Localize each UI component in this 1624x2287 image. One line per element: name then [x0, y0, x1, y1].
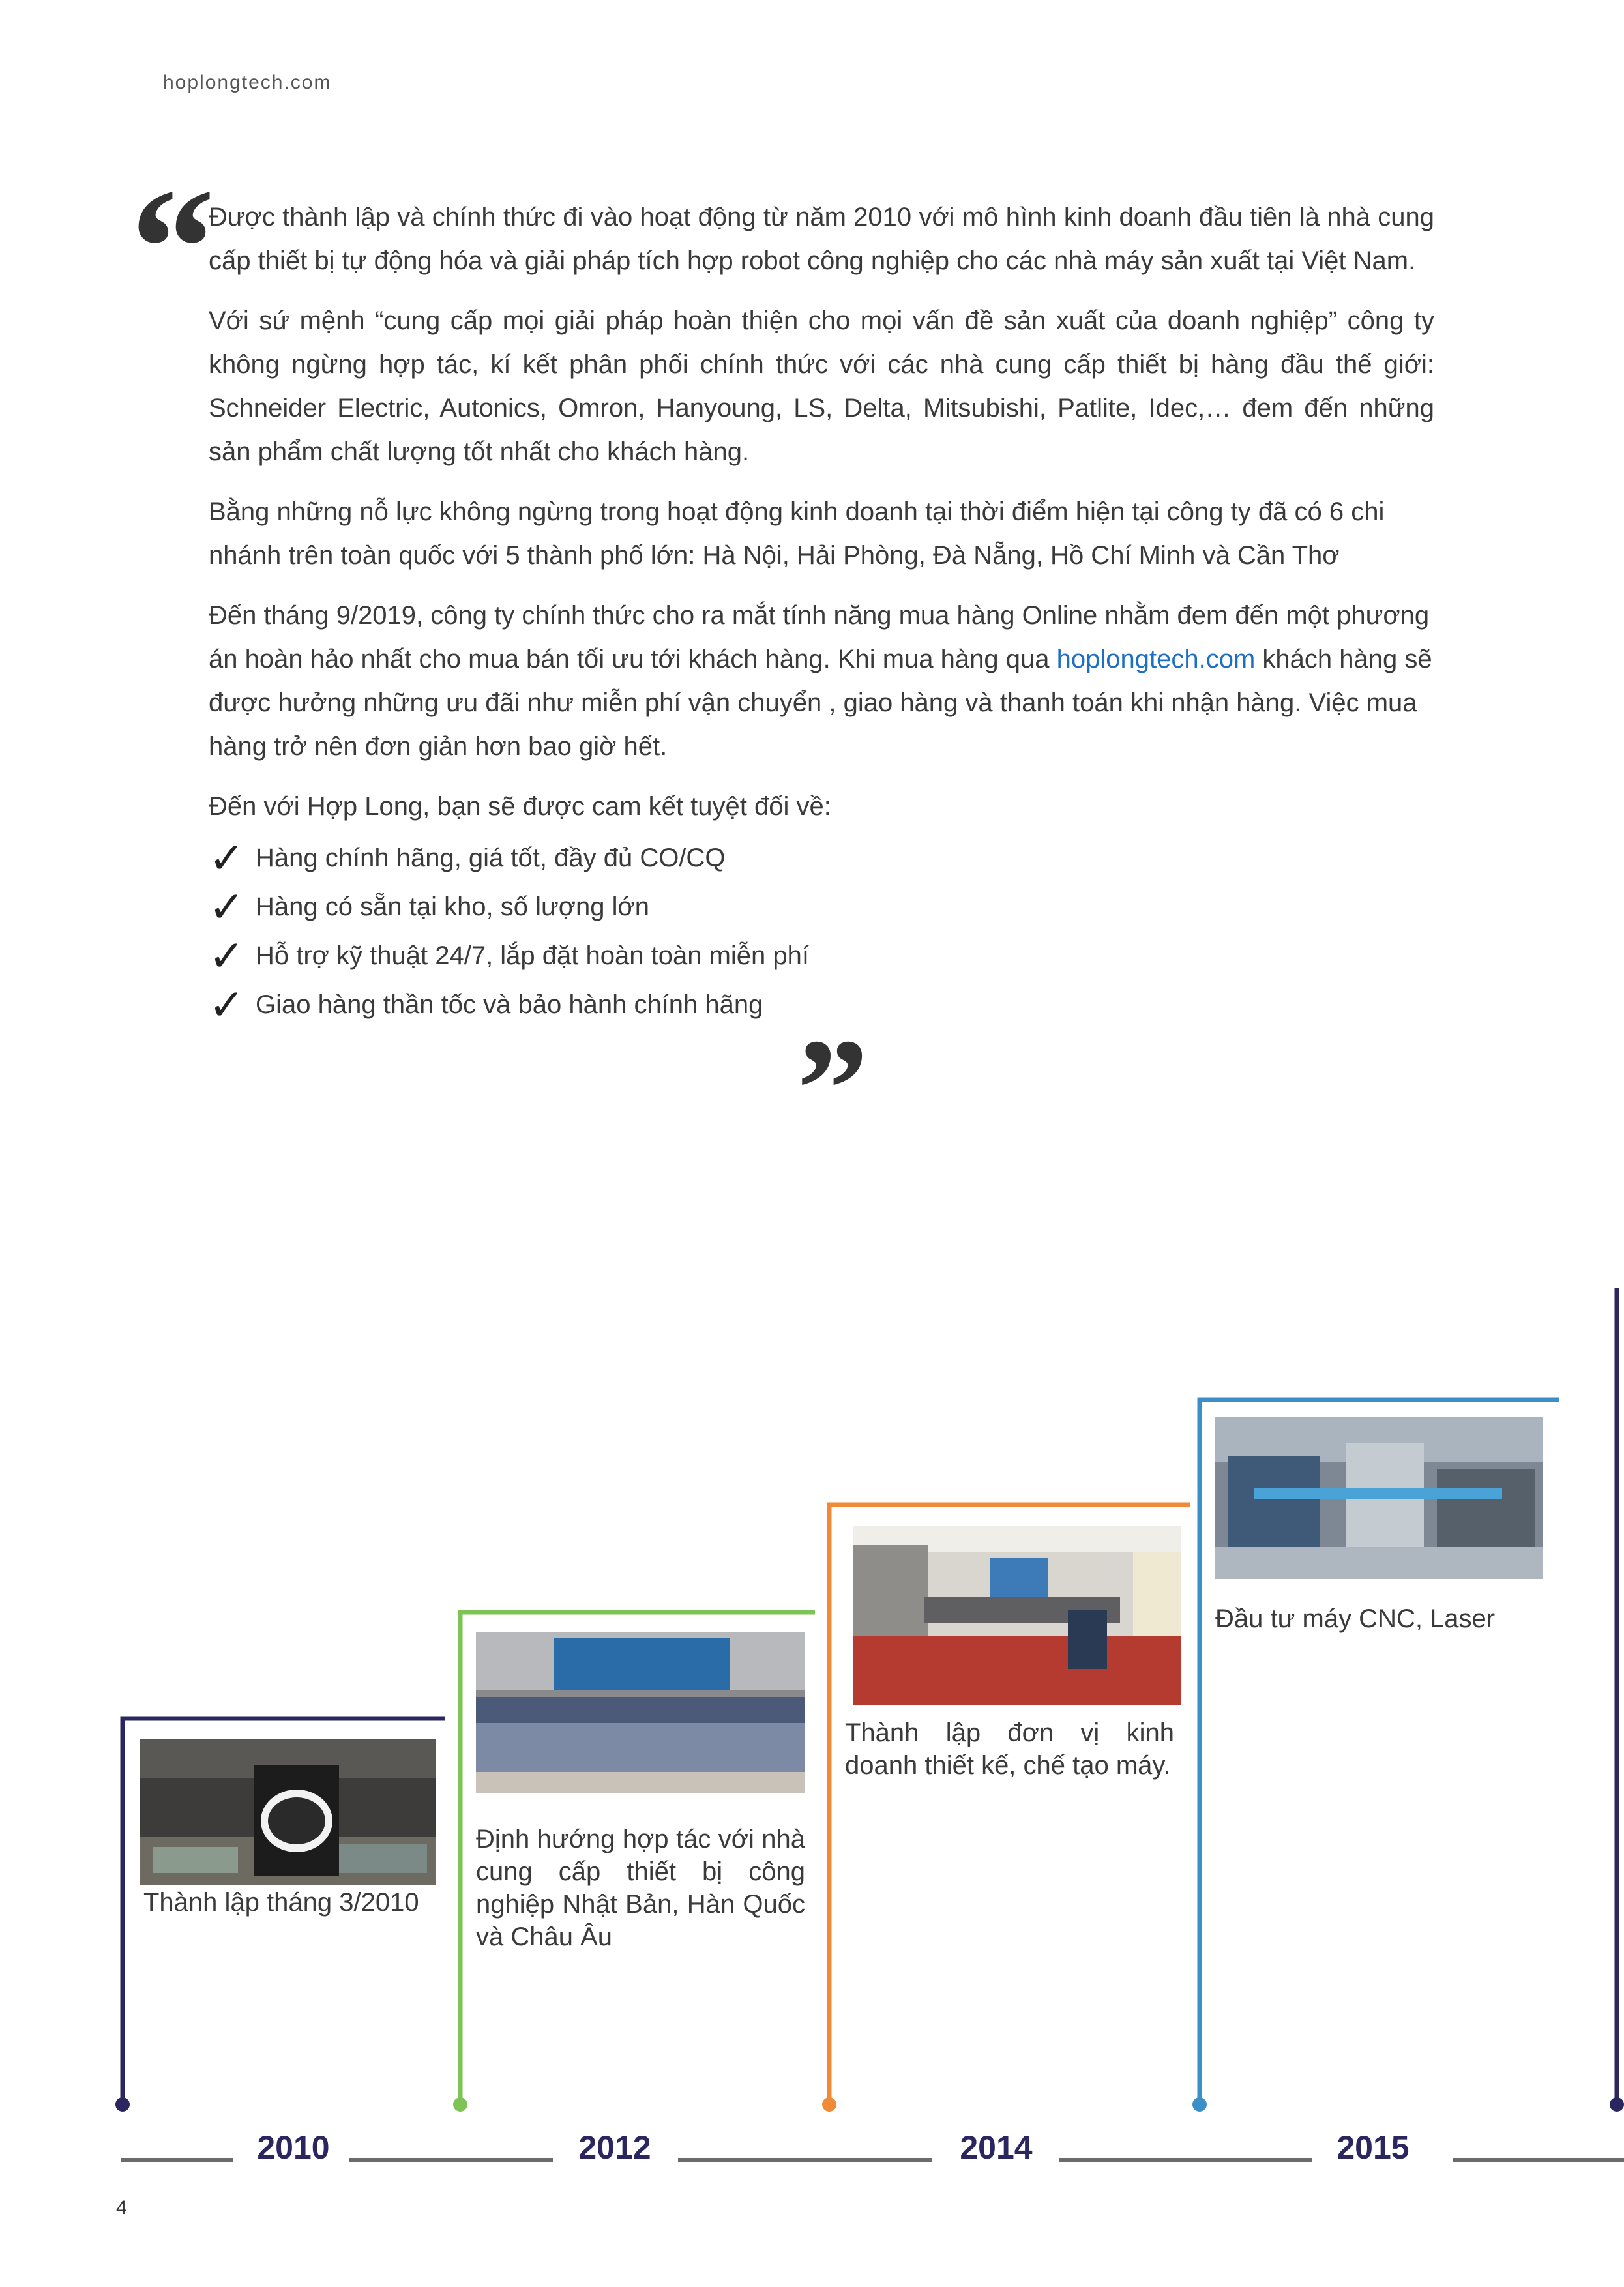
milestone-2014-caption: Thành lập đơn vị kinh doanh thiết kế, ch…	[845, 1719, 1174, 1780]
page-number: 4	[116, 2197, 127, 2219]
timeline-dot-2012	[453, 2097, 467, 2112]
photo-2015-machinery	[1215, 1417, 1543, 1579]
photo-2012-group	[476, 1632, 805, 1793]
year-label-2010: 2010	[257, 2129, 330, 2166]
timeline-dot-2010	[115, 2097, 130, 2112]
year-label-2014: 2014	[960, 2129, 1033, 2166]
timeline-dot-next	[1610, 2097, 1624, 2112]
photo-2010-showroom	[140, 1739, 436, 1885]
timeline-graphic	[115, 1288, 1624, 2162]
timeline-dot-2015	[1192, 2097, 1207, 2112]
photo-2014-office	[853, 1526, 1181, 1705]
timeline-dot-2014	[822, 2097, 836, 2112]
milestone-2010-caption: Thành lập tháng 3/2010	[143, 1888, 419, 1917]
milestone-2012-caption: Định hướng hợp tác với nhà cung cấp thiế…	[476, 1825, 805, 1951]
milestone-2015-caption: Đầu tư máy CNC, Laser	[1215, 1604, 1496, 1633]
year-label-2015: 2015	[1336, 2129, 1410, 2166]
year-label-2012: 2012	[578, 2129, 651, 2166]
